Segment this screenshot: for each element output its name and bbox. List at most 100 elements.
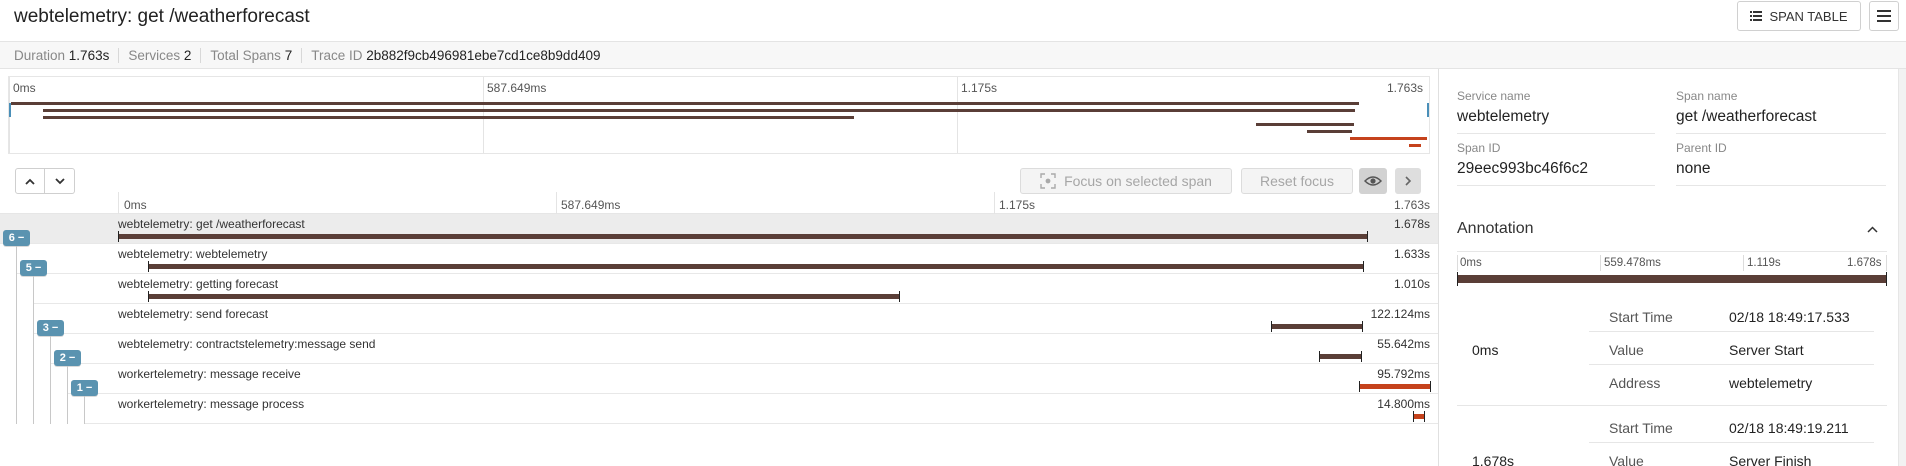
divider (1457, 133, 1655, 134)
span-bar[interactable] (1319, 354, 1361, 359)
minimap-left-handle[interactable] (9, 103, 11, 117)
span-bar-cap (1360, 351, 1362, 362)
span-name[interactable]: webtelemetry: getting forecast (118, 277, 278, 291)
focus-label: Focus on selected span (1064, 173, 1212, 189)
stat-total-spans: Total Spans 7 (210, 47, 303, 63)
span-bar[interactable] (1271, 324, 1363, 329)
span-bar[interactable] (147, 264, 1364, 269)
span-duration: 14.800ms (1377, 397, 1430, 411)
span-row[interactable]: webtelemetry: getting forecast 1.010s (0, 274, 1438, 304)
span-name-value: get /weatherforecast (1676, 108, 1817, 125)
stat-duration: Duration 1.763s (14, 47, 120, 63)
span-bar-cap (1424, 411, 1426, 422)
span-name[interactable]: webtelemetry: send forecast (118, 307, 268, 321)
next-button[interactable] (1395, 168, 1421, 194)
span-bar-cap (1319, 351, 1321, 362)
span-bar[interactable] (118, 234, 1367, 239)
log-field-value: 02/18 18:49:17.533 (1729, 309, 1850, 325)
expand-all-button[interactable] (45, 168, 75, 194)
reset-focus-button[interactable]: Reset focus (1241, 168, 1353, 194)
span-row[interactable]: webtelemetry: webtelemetry 1.633s (0, 244, 1438, 274)
menu-button[interactable] (1869, 1, 1899, 31)
minimap-span-bar (1349, 137, 1427, 140)
minimap-span-bar (1307, 130, 1353, 133)
minimap-span-bar (1408, 144, 1421, 147)
log-field-key: Value (1609, 453, 1644, 466)
collapse-all-button[interactable] (15, 168, 45, 194)
minimap-right-handle[interactable] (1427, 103, 1429, 117)
list-icon (1750, 11, 1763, 21)
span-bar-cap (147, 261, 149, 272)
detail-scrollbar[interactable] (1898, 69, 1906, 466)
annotation-collapse-button[interactable] (1863, 220, 1881, 238)
annotation-span-bar (1458, 275, 1886, 283)
span-id-label: Span ID (1457, 141, 1501, 155)
span-bar[interactable] (1358, 384, 1430, 389)
minimap-tick-label: 1.175s (961, 81, 998, 95)
toggle-visibility-button[interactable] (1359, 168, 1387, 194)
span-row[interactable]: webtelemetry: send forecast 122.124ms (0, 304, 1438, 334)
divider (1457, 251, 1887, 252)
span-name[interactable]: webtelemetry: get /weatherforecast (118, 217, 305, 231)
ruler-tick-label: 587.649ms (561, 198, 621, 212)
span-row[interactable]: webtelemetry: contractstelemetry:message… (0, 334, 1438, 364)
stat-trace-id: Trace ID 2b882f9cb496981ebe7cd1ce8b9dd40… (311, 48, 609, 63)
ruler-tick-label: 1.175s (999, 198, 1036, 212)
annotation-gridline (1743, 255, 1744, 271)
span-bar-cap (147, 291, 149, 302)
divider (1589, 442, 1874, 443)
span-id-value: 29eec993bc46f6c2 (1457, 160, 1589, 177)
span-duration: 95.792ms (1377, 367, 1430, 381)
log-field-value: 02/18 18:49:19.211 (1729, 420, 1849, 436)
focus-selected-span-button[interactable]: Focus on selected span (1020, 168, 1232, 194)
minimap-span-bar (43, 109, 1355, 112)
trace-minimap[interactable]: 0ms 587.649ms 1.175s 1.763s (8, 76, 1430, 154)
annotation-tick-label: 1.119s (1747, 257, 1781, 269)
stat-services: Services 2 (128, 47, 202, 63)
chevron-down-icon (54, 177, 65, 184)
minimap-tick-label: 1.763s (1386, 81, 1423, 95)
minimap-span-bar (43, 116, 855, 119)
log-field-key: Start Time (1609, 309, 1673, 325)
span-table-button[interactable]: SPAN TABLE (1737, 1, 1861, 31)
stat-value: 2b882f9cb496981ebe7cd1ce8b9dd409 (366, 47, 601, 63)
stat-label: Duration (14, 47, 66, 63)
log-field-key: Value (1609, 342, 1644, 358)
tree-guide-line (50, 336, 51, 424)
stat-label: Trace ID (311, 47, 363, 63)
hamburger-icon (1877, 10, 1891, 22)
log-field-key: Start Time (1609, 420, 1673, 436)
tree-guide-line (84, 396, 85, 424)
annotation-title: Annotation (1457, 220, 1534, 237)
trace-header: webtelemetry: get /weatherforecast SPAN … (0, 0, 1906, 42)
ruler-gridline (994, 192, 995, 214)
span-bar-cap (1271, 321, 1273, 332)
span-detail-panel: Service name webtelemetry Span name get … (1438, 69, 1906, 466)
span-duration: 1.678s (1393, 217, 1430, 231)
parent-id-value: none (1676, 160, 1711, 177)
log-time: 1.678s (1472, 453, 1515, 466)
span-row[interactable]: webtelemetry: get /weatherforecast 1.678s (0, 214, 1438, 244)
span-name[interactable]: webtelemetry: contractstelemetry:message… (118, 337, 375, 351)
tree-guide-line (16, 246, 17, 424)
span-bar-cap (1430, 381, 1431, 392)
span-name[interactable]: webtelemetry: webtelemetry (118, 247, 267, 261)
timeline-ruler: 0ms 587.649ms 1.175s 1.763s (0, 192, 1438, 214)
service-name-label: Service name (1457, 89, 1531, 103)
reset-focus-label: Reset focus (1260, 173, 1334, 189)
span-name[interactable]: workertelemetry: message process (118, 397, 304, 411)
span-duration: 1.010s (1393, 277, 1430, 291)
span-bar[interactable] (1412, 414, 1425, 419)
span-bar-cap (899, 291, 901, 302)
chevron-up-icon (1866, 225, 1878, 233)
divider (1676, 133, 1886, 134)
span-bar[interactable] (147, 294, 900, 299)
span-row[interactable]: workertelemetry: message receive 95.792ms (0, 364, 1438, 394)
span-bar-cap (1366, 231, 1368, 242)
span-duration: 55.642ms (1377, 337, 1430, 351)
span-row[interactable]: workertelemetry: message process 14.800ms (0, 394, 1438, 424)
annotation-gridline (1457, 255, 1458, 271)
span-table-label: SPAN TABLE (1769, 8, 1848, 24)
log-field-value: Server Finish (1729, 453, 1812, 466)
span-name[interactable]: workertelemetry: message receive (118, 367, 301, 381)
